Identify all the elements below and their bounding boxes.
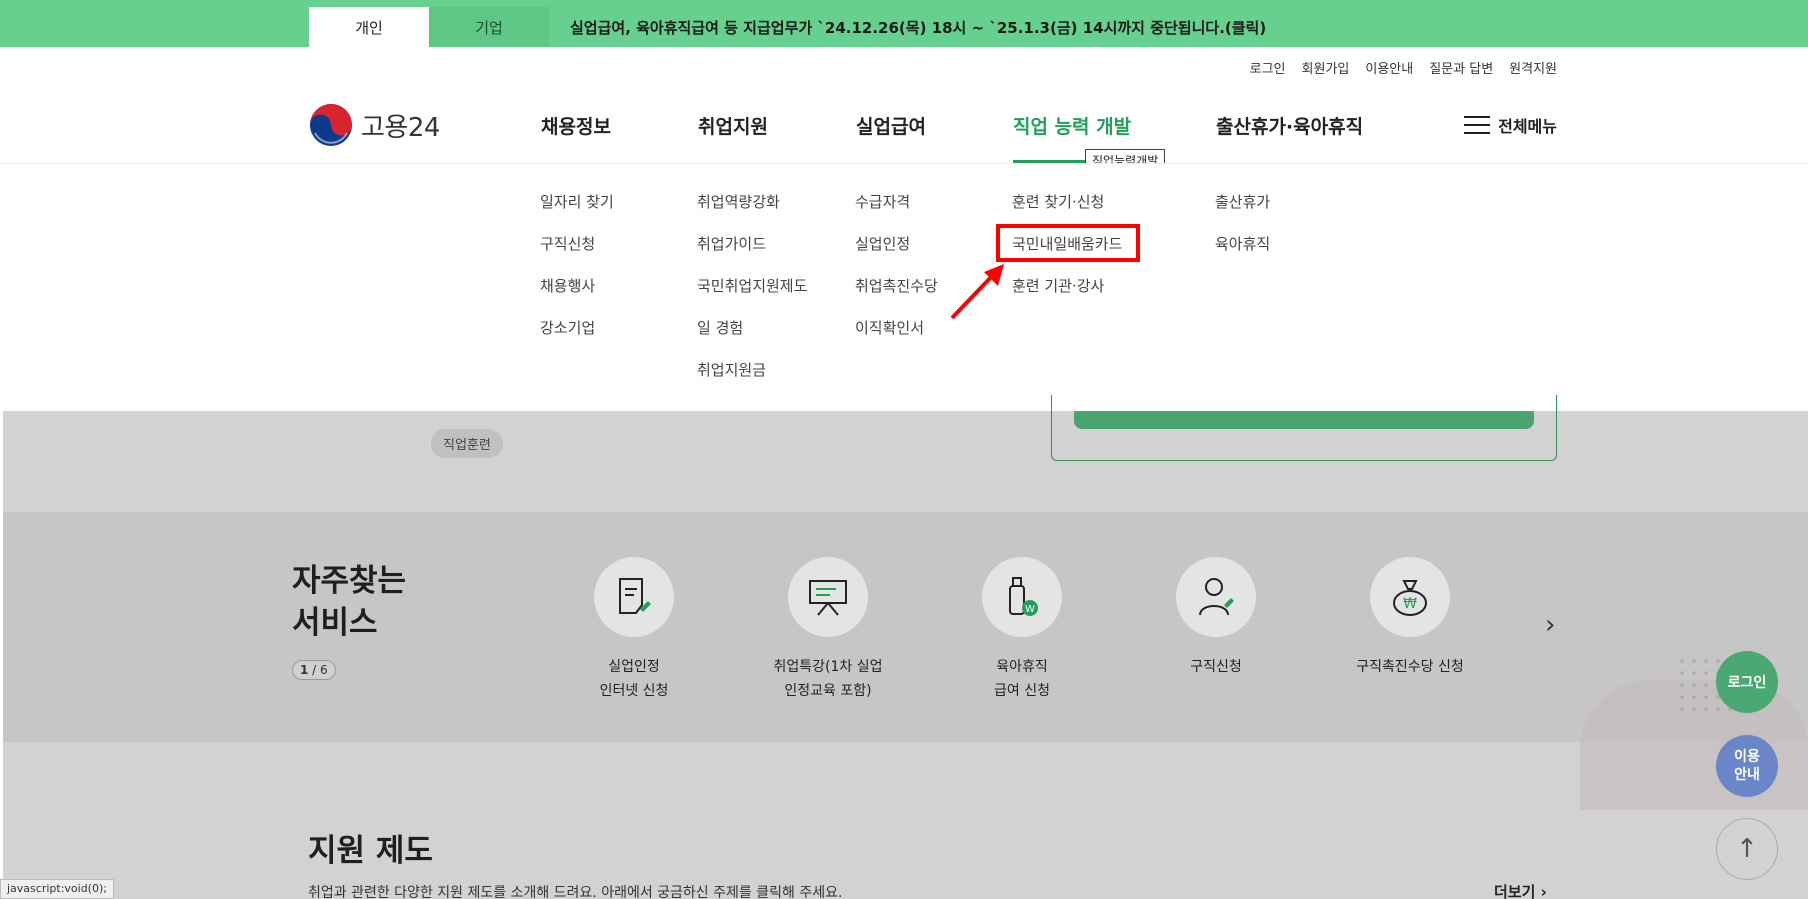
qna-link[interactable]: 질문과 답변 (1429, 58, 1493, 77)
submenu-training-search[interactable]: 훈련 찾기·신청 (1012, 191, 1104, 212)
chevron-right-icon: › (1540, 883, 1547, 899)
annotation-arrow-icon (950, 264, 1004, 320)
browser-status-bar: javascript:void(0); (0, 879, 114, 899)
notice-bar: 개인 기업 실업급여, 육아휴직급여 등 지급업무가 `24.12.26(목) … (0, 0, 1808, 47)
tab-personal[interactable]: 개인 (309, 7, 429, 47)
gnb-maternity-parental-leave[interactable]: 출산휴가·육아휴직 (1216, 112, 1363, 139)
signup-link[interactable]: 회원가입 (1302, 58, 1350, 77)
tab-company[interactable]: 기업 (429, 7, 549, 47)
person-pen-icon (1176, 557, 1256, 637)
floating-login-button[interactable]: 로그인 (1716, 651, 1778, 713)
all-menu-label: 전체메뉴 (1498, 117, 1557, 136)
logo-text: 고용24 (361, 112, 440, 143)
taegeuk-logo-icon (310, 104, 352, 146)
gnb-recruit-info[interactable]: 채용정보 (541, 112, 611, 139)
site-logo[interactable]: 고용24 (309, 103, 440, 147)
presentation-board-icon (788, 557, 868, 637)
service-job-application[interactable]: 구직신청 (1136, 557, 1296, 679)
gnb-vocational-training[interactable]: 직업 능력 개발 (1013, 112, 1131, 139)
login-link[interactable]: 로그인 (1250, 58, 1286, 77)
card-action-button[interactable] (1074, 411, 1534, 429)
submenu-separation-confirmation[interactable]: 이직확인서 (855, 317, 924, 338)
document-pen-icon (594, 557, 674, 637)
service-employment-lecture[interactable]: 취업특강(1차 실업 인정교육 포함) (748, 557, 908, 703)
submenu-maternity-leave[interactable]: 출산휴가 (1215, 191, 1270, 212)
floating-guide-button[interactable]: 이용 안내 (1716, 735, 1778, 797)
submenu-parental-leave[interactable]: 육아휴직 (1215, 233, 1270, 254)
submenu-job-search[interactable]: 일자리 찾기 (540, 191, 614, 212)
submenu-training-institution[interactable]: 훈련 기관·강사 (1012, 275, 1104, 296)
submenu-job-application[interactable]: 구직신청 (540, 233, 595, 254)
submenu-employability[interactable]: 취업역량강화 (697, 191, 780, 212)
annotation-highlight-box (996, 224, 1140, 262)
svg-text:W: W (1025, 604, 1035, 615)
slide-pager: 1 / 6 (292, 660, 336, 680)
hamburger-icon (1464, 116, 1491, 134)
gnb-employment-support[interactable]: 취업지원 (698, 112, 768, 139)
service-job-seeking-allowance[interactable]: ₩ 구직촉진수당 신청 (1330, 557, 1490, 679)
svg-text:₩: ₩ (1403, 596, 1417, 612)
keyword-chip[interactable]: 직업훈련 (431, 429, 503, 458)
baby-bottle-won-icon: W (982, 557, 1062, 637)
submenu-job-guide[interactable]: 취업가이드 (697, 233, 766, 254)
submenu-employment-subsidy[interactable]: 취업지원금 (697, 359, 766, 380)
submenu-reemployment-allowance[interactable]: 취업촉진수당 (855, 275, 938, 296)
service-parental-leave-benefit[interactable]: W 육아휴직 급여 신청 (942, 557, 1102, 703)
service-notice-link[interactable]: 실업급여, 육아휴직급여 등 지급업무가 `24.12.26(목) 18시 ~ … (570, 7, 1266, 47)
guide-link[interactable]: 이용안내 (1365, 58, 1413, 77)
scroll-top-button[interactable]: ↑ (1716, 818, 1778, 880)
submenu-work-experience[interactable]: 일 경험 (697, 317, 743, 338)
frequent-services-title: 자주찾는 서비스 (292, 563, 407, 641)
carousel-next-icon[interactable]: › (1545, 610, 1555, 640)
submenu-job-fair[interactable]: 채용행사 (540, 275, 595, 296)
support-programs-title: 지원 제도 (308, 833, 433, 869)
submenu-unemployment-recognition[interactable]: 실업인정 (855, 233, 910, 254)
remote-support-link[interactable]: 원격지원 (1509, 58, 1557, 77)
more-link[interactable]: 더보기 › (1494, 881, 1547, 899)
gnb-unemployment-benefit[interactable]: 실업급여 (856, 112, 926, 139)
utility-links: 로그인 회원가입 이용안내 질문과 답변 원격지원 (1250, 58, 1557, 77)
support-programs-description: 취업과 관련한 다양한 지원 제도를 소개해 드려요. 아래에서 궁금하신 주제… (308, 885, 843, 899)
all-menu-button[interactable]: 전체메뉴 (1464, 113, 1557, 137)
submenu-small-giant-company[interactable]: 강소기업 (540, 317, 595, 338)
money-bag-won-icon: ₩ (1370, 557, 1450, 637)
service-unemployment-recognition[interactable]: 실업인정 인터넷 신청 (554, 557, 714, 703)
submenu-eligibility[interactable]: 수급자격 (855, 191, 910, 212)
submenu-national-employment-support[interactable]: 국민취업지원제도 (697, 275, 807, 296)
